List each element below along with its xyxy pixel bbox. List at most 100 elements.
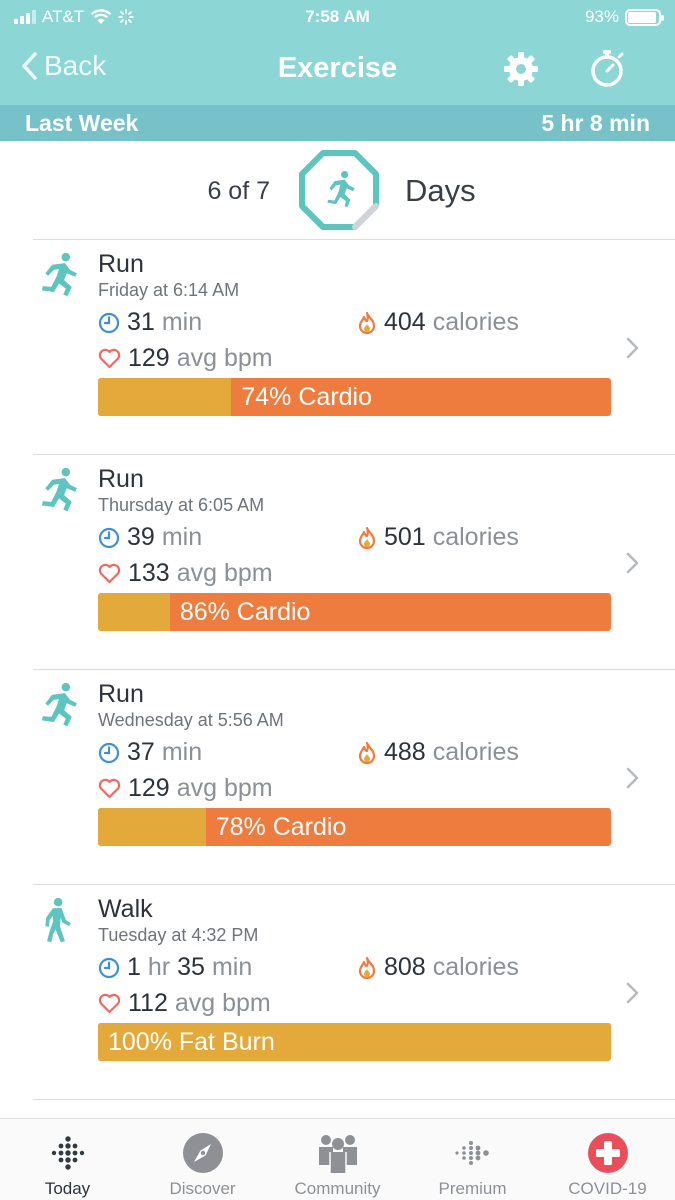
run-icon xyxy=(41,252,77,297)
bpm-value: 129 xyxy=(128,774,170,802)
stopwatch-icon[interactable] xyxy=(588,48,626,88)
gear-icon[interactable] xyxy=(502,50,540,88)
exercise-time: Friday at 6:14 AM xyxy=(98,280,240,300)
exercise-item[interactable]: Walk Tuesday at 4:32 PM 1 hr 35 min 808 … xyxy=(0,885,675,1100)
exercise-name: Run xyxy=(98,465,144,493)
red-cross-icon xyxy=(588,1133,628,1173)
duration-unit: min xyxy=(161,308,203,336)
calories-value: 501 xyxy=(384,523,426,551)
divider xyxy=(33,1099,675,1100)
week-label: Last Week xyxy=(25,110,139,136)
exercise-time: Tuesday at 4:32 PM xyxy=(98,925,259,945)
clock-icon xyxy=(98,527,120,548)
calories-unit: calories xyxy=(432,523,519,551)
weekly-goal-summary: 6 of 7 Days xyxy=(0,141,675,239)
duration-value: 39 xyxy=(127,523,155,551)
fat-burn-segment xyxy=(98,808,206,846)
tab-label: Today xyxy=(44,1179,91,1198)
bpm-unit: avg bpm xyxy=(176,774,273,802)
tab-bar: Today Discover Community Premium COVID-1… xyxy=(0,1118,675,1200)
bpm-value: 133 xyxy=(128,559,170,587)
heart-icon xyxy=(98,563,121,584)
heart-rate: 112 avg bpm xyxy=(98,989,271,1018)
tab-discover[interactable]: Discover xyxy=(135,1119,270,1200)
tab-label: Premium xyxy=(438,1179,507,1198)
exercise-item[interactable]: Run Wednesday at 5:56 AM 37 min 488 calo… xyxy=(0,670,675,885)
tab-covid-19[interactable]: COVID-19 xyxy=(540,1119,675,1200)
calories-value: 488 xyxy=(384,738,426,766)
premium-dots-icon xyxy=(455,1141,489,1165)
calories-unit: calories xyxy=(432,953,519,981)
status-bar: AT&T 7:58 AM 93% xyxy=(0,0,675,36)
bpm-value: 112 xyxy=(128,989,168,1017)
battery-icon xyxy=(625,8,664,26)
heart-icon xyxy=(98,778,121,799)
calories: 501 calories xyxy=(357,523,519,552)
calories-value: 404 xyxy=(384,308,426,336)
exercise-name: Walk xyxy=(98,895,153,923)
run-icon xyxy=(41,682,77,727)
fitbit-dots-icon xyxy=(51,1136,85,1170)
duration: 37 min xyxy=(98,738,202,767)
exercise-item[interactable]: Run Friday at 6:14 AM 31 min 404 calorie… xyxy=(0,240,675,455)
days-count: 6 of 7 xyxy=(207,177,270,205)
bpm-unit: avg bpm xyxy=(174,989,271,1017)
duration-unit: min xyxy=(161,738,203,766)
heart-zone-bar: 86% Cardio xyxy=(98,593,611,631)
status-time: 7:58 AM xyxy=(305,7,370,26)
clock-icon xyxy=(98,312,120,333)
week-summary-bar: Last Week 5 hr 8 min xyxy=(0,105,675,141)
zone-label: 74% Cardio xyxy=(241,383,373,411)
clock-icon xyxy=(98,742,120,763)
tab-today[interactable]: Today xyxy=(0,1119,135,1200)
tab-community[interactable]: Community xyxy=(270,1119,405,1200)
clock-icon xyxy=(98,957,120,978)
flame-icon xyxy=(358,741,376,764)
calories: 808 calories xyxy=(357,953,519,982)
fat-burn-segment xyxy=(98,378,232,416)
chevron-right-icon[interactable] xyxy=(624,551,640,575)
duration-hours-unit: hr xyxy=(147,953,171,981)
community-icon xyxy=(319,1135,357,1173)
compass-icon xyxy=(183,1133,223,1173)
heart-rate: 129 avg bpm xyxy=(98,344,273,373)
calories: 404 calories xyxy=(357,308,519,337)
duration-value: 31 xyxy=(127,308,155,336)
chevron-right-icon[interactable] xyxy=(624,981,640,1005)
bpm-value: 129 xyxy=(128,344,170,372)
page-title: Exercise xyxy=(277,52,398,84)
exercise-time: Thursday at 6:05 AM xyxy=(98,495,265,515)
exercise-item[interactable]: Run Thursday at 6:05 AM 39 min 501 calor… xyxy=(0,455,675,670)
tab-label: Discover xyxy=(169,1179,236,1198)
exercise-time: Wednesday at 5:56 AM xyxy=(98,710,284,730)
run-icon xyxy=(41,467,77,512)
tab-label: Community xyxy=(294,1179,381,1198)
heart-rate: 129 avg bpm xyxy=(98,774,273,803)
tab-premium[interactable]: Premium xyxy=(405,1119,540,1200)
zone-label: 78% Cardio xyxy=(215,813,347,841)
flame-icon xyxy=(358,526,376,549)
heart-zone-bar: 74% Cardio xyxy=(98,378,611,416)
calories-unit: calories xyxy=(432,308,519,336)
duration-value: 37 xyxy=(127,738,155,766)
calories-unit: calories xyxy=(432,738,519,766)
duration-unit: min xyxy=(161,523,203,551)
heart-icon xyxy=(98,348,121,369)
chevron-right-icon[interactable] xyxy=(624,336,640,360)
week-total: 5 hr 8 min xyxy=(541,110,650,136)
heart-icon xyxy=(98,993,121,1014)
zone-label: 86% Cardio xyxy=(179,598,311,626)
heart-zone-bar: 100% Fat Burn xyxy=(98,1023,611,1061)
zone-label: 100% Fat Burn xyxy=(108,1028,275,1056)
fat-burn-segment xyxy=(98,593,170,631)
bpm-unit: avg bpm xyxy=(176,559,273,587)
heart-zone-bar: 78% Cardio xyxy=(98,808,611,846)
exercise-name: Run xyxy=(98,250,144,278)
days-label: Days xyxy=(405,173,476,208)
exercise-name: Run xyxy=(98,680,144,708)
chevron-right-icon[interactable] xyxy=(624,766,640,790)
battery-percent: 93% xyxy=(584,7,619,26)
bpm-unit: avg bpm xyxy=(176,344,273,372)
duration: 1 hr 35 min xyxy=(98,953,252,982)
status-right: 93% xyxy=(584,7,664,27)
